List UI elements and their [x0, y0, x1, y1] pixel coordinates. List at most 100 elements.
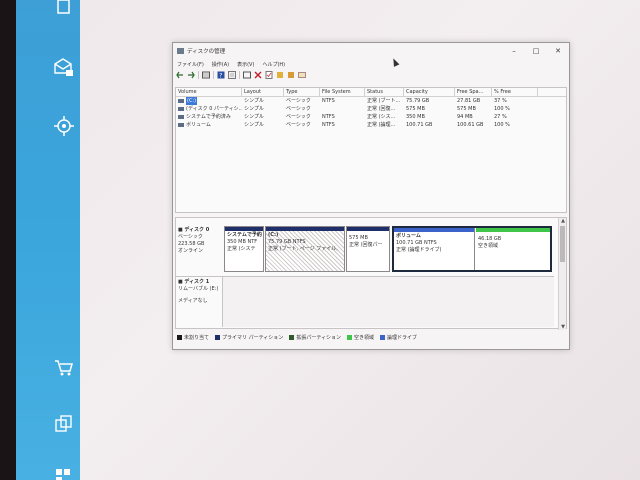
- partition-bar: [476, 228, 550, 232]
- table-row[interactable]: ボリューム シンプル ベーシック NTFS 正常 (論理... 100.71 G…: [176, 121, 566, 129]
- partition-status: 正常 (回復パー: [349, 242, 383, 248]
- disk-type: リムーバブル (E:): [178, 286, 219, 292]
- minimize-icon[interactable]: –: [503, 47, 525, 55]
- export-icon[interactable]: [287, 71, 295, 79]
- col-file-system[interactable]: File System: [320, 88, 365, 96]
- delete-icon[interactable]: [254, 71, 262, 79]
- cell-type: ベーシック: [286, 106, 311, 112]
- partition-status: 正常 (論理ドライブ): [396, 247, 442, 253]
- scroll-up-icon[interactable]: ▲: [559, 218, 567, 224]
- partition-system-reserved[interactable]: システムで予約 350 MB NTF 正常 (システ: [224, 226, 264, 272]
- cart-icon[interactable]: [52, 356, 76, 380]
- menu-action[interactable]: 操作(A): [212, 61, 229, 68]
- disk-icon: ■: [178, 227, 183, 233]
- col-capacity[interactable]: Capacity: [404, 88, 455, 96]
- partition-size: 575 MB: [349, 235, 368, 241]
- menu-file[interactable]: ファイル(F): [177, 61, 204, 68]
- col-status[interactable]: Status: [365, 88, 404, 96]
- copy-icon[interactable]: [52, 0, 76, 20]
- col-type[interactable]: Type: [284, 88, 320, 96]
- cell-type: ベーシック: [286, 122, 311, 128]
- refresh-icon[interactable]: [243, 71, 251, 79]
- title-bar: ディスクの管理 – □ ✕: [173, 43, 569, 59]
- cell-percent: 27 %: [494, 114, 507, 120]
- partition-status: 正常 (ブート, ページ ファイル,: [268, 246, 338, 252]
- cell-capacity: 75.79 GB: [406, 98, 430, 104]
- legend-swatch: [289, 334, 295, 340]
- volume-list-icon[interactable]: [202, 71, 210, 79]
- properties-icon[interactable]: [228, 71, 236, 79]
- col-layout[interactable]: Layout: [242, 88, 284, 96]
- col-free-space[interactable]: Free Spa...: [455, 88, 492, 96]
- partition-c[interactable]: (C:) 75.79 GB NTFS 正常 (ブート, ページ ファイル,: [265, 226, 345, 272]
- legend-item: 論理ドライブ: [380, 334, 417, 341]
- col-volume[interactable]: Volume: [176, 88, 242, 96]
- close-icon[interactable]: ✕: [547, 47, 569, 55]
- cell-layout: シンプル: [244, 98, 264, 104]
- menu-help[interactable]: ヘルプ(H): [262, 61, 285, 68]
- cell-status: 正常 (ブート...: [367, 98, 401, 104]
- cell-layout: シンプル: [244, 122, 264, 128]
- cell-free: 100.61 GB: [457, 122, 484, 128]
- check-icon[interactable]: [265, 71, 273, 79]
- volume-drive-icon: [178, 115, 184, 119]
- maximize-icon[interactable]: □: [525, 47, 547, 55]
- volume-name: (ディスク 0 パーティシ...: [186, 106, 242, 112]
- legend-item: 拡張パーティション: [289, 334, 341, 341]
- disk-management-icon: [177, 48, 184, 54]
- partition-bar: [266, 227, 344, 231]
- disk-1-empty-area: [222, 277, 554, 327]
- extended-partition[interactable]: ボリューム 100.71 GB NTFS 正常 (論理ドライブ) 46.18 G…: [392, 226, 552, 272]
- volume-list: Volume Layout Type File System Status Ca…: [175, 87, 567, 213]
- mail-lock-icon[interactable]: [52, 56, 76, 80]
- settings-icon[interactable]: [298, 71, 306, 79]
- volume-name: システムで予約済み: [186, 114, 231, 120]
- cell-status: 正常 (回復...: [367, 106, 396, 112]
- legend-item: 未割り当て: [177, 334, 209, 341]
- volume-name: (C:): [186, 97, 198, 105]
- legend-swatch: [177, 334, 182, 340]
- volume-list-header: Volume Layout Type File System Status Ca…: [176, 88, 566, 97]
- toolbar: ?: [173, 69, 569, 81]
- partition-title: ボリューム: [396, 233, 421, 239]
- partition-recovery[interactable]: 575 MB 正常 (回復パー: [346, 226, 390, 272]
- scroll-thumb[interactable]: [560, 226, 565, 262]
- legend-swatch: [380, 334, 386, 340]
- disk-map: ■ ディスク 0 ベーシック 223.58 GB オンライン システムで予約 3…: [175, 217, 567, 330]
- toolbar-separator: [213, 71, 214, 79]
- disk-size: 223.58 GB: [178, 241, 205, 247]
- cell-percent: 37 %: [494, 98, 507, 104]
- partition-title: システムで予約: [227, 232, 262, 238]
- partition-free-space[interactable]: 46.18 GB 空き領域: [476, 228, 550, 270]
- import-icon[interactable]: [276, 71, 284, 79]
- toolbar-separator: [198, 71, 199, 79]
- disk-0-label[interactable]: ■ ディスク 0 ベーシック 223.58 GB オンライン: [178, 227, 222, 255]
- partition-logical-volume[interactable]: ボリューム 100.71 GB NTFS 正常 (論理ドライブ): [394, 228, 475, 270]
- disk-management-window: ディスクの管理 – □ ✕ ファイル(F) 操作(A) 表示(V) ヘルプ(H)…: [172, 42, 570, 350]
- col-percent-free[interactable]: % Free: [492, 88, 538, 96]
- apps-icon[interactable]: [52, 462, 76, 480]
- scroll-down-icon[interactable]: ▼: [559, 324, 567, 330]
- forward-arrow-icon[interactable]: [187, 71, 195, 79]
- table-row[interactable]: (ディスク 0 パーティシ... シンプル ベーシック 正常 (回復... 57…: [176, 105, 566, 113]
- partition-size: 75.79 GB NTFS: [268, 239, 306, 245]
- disk-map-scrollbar[interactable]: ▲ ▼: [558, 218, 566, 330]
- help-icon[interactable]: ?: [217, 71, 225, 79]
- disk-state: メディアなし: [178, 298, 208, 304]
- menu-view[interactable]: 表示(V): [237, 61, 254, 68]
- disk-state: オンライン: [178, 248, 204, 254]
- partition-bar: [394, 228, 474, 232]
- duplicate-icon[interactable]: [52, 412, 76, 436]
- cell-capacity: 575 MB: [406, 106, 425, 112]
- target-icon[interactable]: [52, 114, 76, 138]
- disk-1-label[interactable]: ■ ディスク 1 リムーバブル (E:) メディアなし: [178, 279, 222, 305]
- partition-status: 空き領域: [478, 243, 499, 249]
- cell-layout: シンプル: [244, 114, 264, 120]
- back-arrow-icon[interactable]: [176, 71, 184, 79]
- table-row[interactable]: (C:) シンプル ベーシック NTFS 正常 (ブート... 75.79 GB…: [176, 97, 566, 105]
- cell-status: 正常 (シス...: [367, 114, 396, 120]
- volume-drive-icon: [178, 107, 184, 111]
- menu-bar: ファイル(F) 操作(A) 表示(V) ヘルプ(H): [173, 59, 569, 69]
- table-row[interactable]: システムで予約済み シンプル ベーシック NTFS 正常 (シス... 350 …: [176, 113, 566, 121]
- window-title: ディスクの管理: [187, 49, 226, 55]
